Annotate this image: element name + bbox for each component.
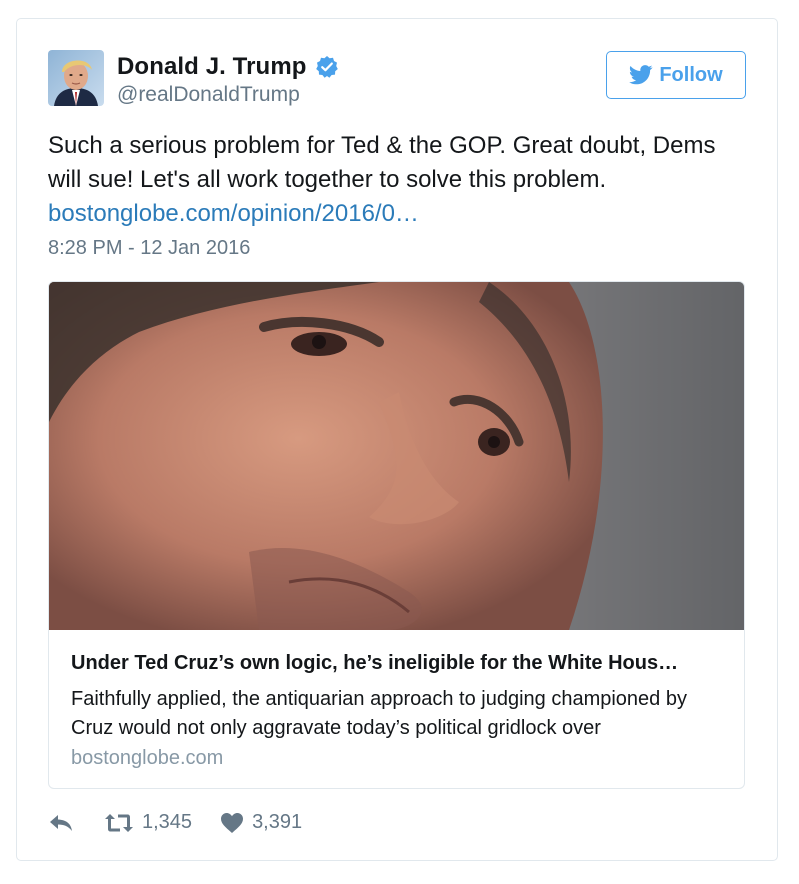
retweet-count: 1,345 — [142, 811, 193, 833]
tweet-card: Donald J. Trump @realDonaldTrump Follow … — [16, 18, 778, 861]
tweet-actions: 1,345 3,391 — [48, 811, 302, 834]
link-card[interactable]: Under Ted Cruz’s own logic, he’s ineligi… — [48, 281, 745, 789]
bird-icon — [629, 65, 653, 85]
follow-label: Follow — [659, 63, 723, 86]
card-domain: bostonglobe.com — [71, 747, 224, 769]
like-button[interactable]: 3,391 — [220, 811, 302, 834]
tweet-link[interactable]: bostonglobe.com/opinion/2016/0… — [48, 197, 748, 231]
tweet-text: Such a serious problem for Ted & the GOP… — [48, 132, 716, 193]
reply-button[interactable] — [48, 812, 74, 834]
display-name[interactable]: Donald J. Trump — [117, 53, 307, 81]
retweet-icon — [105, 813, 133, 832]
verified-badge-icon — [315, 55, 339, 79]
retweet-button[interactable]: 1,345 — [104, 811, 192, 834]
reply-icon — [50, 814, 72, 831]
user-handle[interactable]: @realDonaldTrump — [117, 83, 300, 107]
avatar[interactable] — [48, 50, 104, 106]
follow-button[interactable]: Follow — [606, 51, 746, 99]
card-description: Faithfully applied, the antiquarian appr… — [71, 688, 687, 739]
card-title[interactable]: Under Ted Cruz’s own logic, he’s ineligi… — [71, 652, 678, 675]
tweet-body: Such a serious problem for Ted & the GOP… — [48, 129, 748, 231]
name-row: Donald J. Trump — [117, 53, 339, 81]
like-count: 3,391 — [252, 811, 303, 833]
heart-icon — [221, 812, 244, 833]
card-image — [49, 282, 744, 630]
timestamp[interactable]: 8:28 PM - 12 Jan 2016 — [48, 237, 250, 260]
